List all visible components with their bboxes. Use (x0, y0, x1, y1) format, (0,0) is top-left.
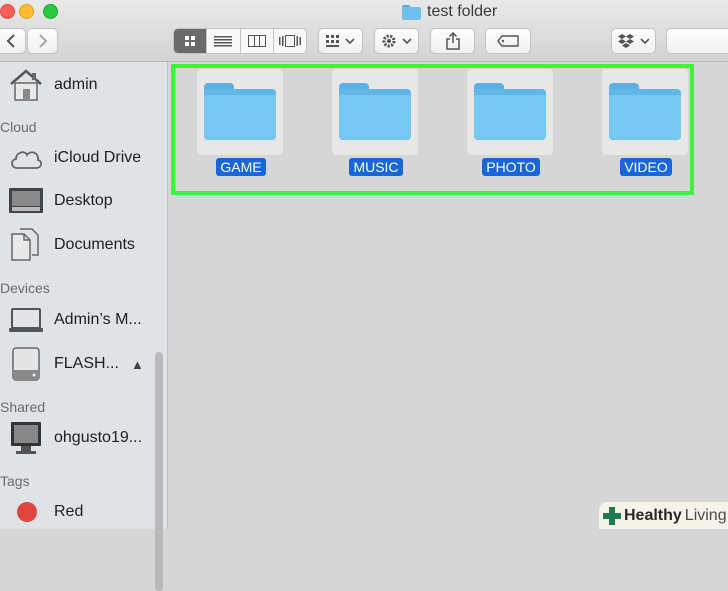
minimize-window-button[interactable] (19, 4, 34, 19)
folder-item-game[interactable]: GAME (197, 69, 285, 176)
folder-icon (602, 69, 688, 155)
sidebar-item-label: iCloud Drive (54, 149, 142, 166)
view-mode-segmented-control (173, 28, 307, 54)
folder-item-photo[interactable]: PHOTO (467, 69, 555, 176)
forward-button[interactable] (27, 28, 58, 54)
eject-icon[interactable]: ▲ (131, 357, 144, 372)
watermark-brand-a: Healthy (624, 506, 682, 524)
folder-label: PHOTO (482, 158, 540, 176)
arrange-grid-icon (325, 35, 355, 47)
chevron-right-icon (38, 34, 47, 48)
sidebar-item-label: Documents (54, 236, 135, 253)
home-icon (10, 69, 42, 101)
sidebar-section-tags: Tags (0, 473, 30, 489)
sidebar-item-label: Admin’s M... (54, 311, 142, 328)
sidebar: admin Cloud iCloud Drive Desktop Documen… (0, 62, 168, 591)
sidebar-item-label: Desktop (54, 192, 113, 209)
sidebar-item-admins-mac[interactable]: Admin’s M... (8, 305, 142, 335)
folder-item-video[interactable]: VIDEO (602, 69, 690, 176)
icon-view-icon (185, 36, 196, 46)
cloud-icon (11, 151, 43, 169)
sidebar-item-icloud-drive[interactable]: iCloud Drive (8, 142, 141, 174)
desktop-icon (9, 188, 43, 213)
sidebar-item-flash[interactable]: FLASH... ▲ (8, 346, 148, 382)
share-button[interactable] (430, 28, 475, 54)
sidebar-item-admin[interactable]: admin (8, 68, 98, 102)
sidebar-section-icloud: Cloud (0, 119, 37, 135)
icon-view-button[interactable] (174, 29, 208, 53)
folder-label: GAME (216, 158, 266, 176)
folder-item-music[interactable]: MUSIC (332, 69, 420, 176)
share-icon (445, 32, 460, 50)
sidebar-item-tag-red[interactable]: Red (8, 500, 83, 524)
title-bar: test folder (0, 0, 728, 62)
folder-icon (197, 69, 283, 155)
search-field[interactable] (666, 28, 728, 54)
plus-cross-icon (603, 506, 621, 525)
folder-icon (467, 69, 553, 155)
arrange-button[interactable] (318, 28, 363, 54)
sidebar-section-shared: Shared (0, 399, 46, 415)
dropbox-icon (617, 34, 650, 48)
sidebar-item-label: admin (54, 76, 98, 93)
watermark-brand-b: Living (684, 506, 727, 524)
sidebar-item-label: Red (54, 503, 84, 520)
disk-icon (12, 347, 40, 381)
red-tag-dot-icon (17, 502, 37, 522)
column-view-icon (247, 35, 266, 47)
dropbox-button[interactable] (611, 28, 656, 54)
laptop-icon (9, 308, 43, 332)
monitor-icon (11, 422, 41, 454)
file-browser-content: GAME MUSIC PHOTO VIDEO (169, 62, 728, 529)
close-window-button[interactable] (0, 4, 15, 19)
sidebar-item-ohgusto[interactable]: ohgusto19... (8, 420, 142, 456)
folder-label: MUSIC (349, 158, 403, 176)
zoom-window-button[interactable] (43, 4, 58, 19)
folder-icon (402, 4, 421, 20)
gear-icon (382, 34, 412, 48)
window-title: test folder (427, 3, 498, 20)
list-view-icon (214, 36, 233, 47)
folder-label: VIDEO (620, 158, 672, 176)
window-title-group: test folder (402, 2, 497, 22)
chevron-left-icon (6, 34, 15, 48)
sidebar-item-desktop[interactable]: Desktop (8, 185, 113, 217)
tag-icon (497, 35, 519, 47)
action-button[interactable] (374, 28, 419, 54)
sidebar-scrollbar[interactable] (155, 352, 163, 591)
column-view-button[interactable] (241, 29, 274, 53)
folder-icon (332, 69, 418, 155)
documents-icon (11, 228, 39, 261)
list-view-button[interactable] (207, 29, 241, 53)
tag-button[interactable] (485, 28, 531, 54)
sidebar-item-documents[interactable]: Documents (8, 228, 135, 262)
sidebar-item-label: FLASH... (54, 355, 119, 372)
back-button[interactable] (0, 28, 26, 54)
sidebar-item-label: ohgusto19... (54, 429, 143, 446)
sidebar-section-devices: Devices (0, 280, 50, 296)
watermark: Healthy Living (599, 502, 728, 529)
cover-flow-button[interactable] (274, 29, 306, 53)
cover-flow-icon (278, 35, 301, 47)
